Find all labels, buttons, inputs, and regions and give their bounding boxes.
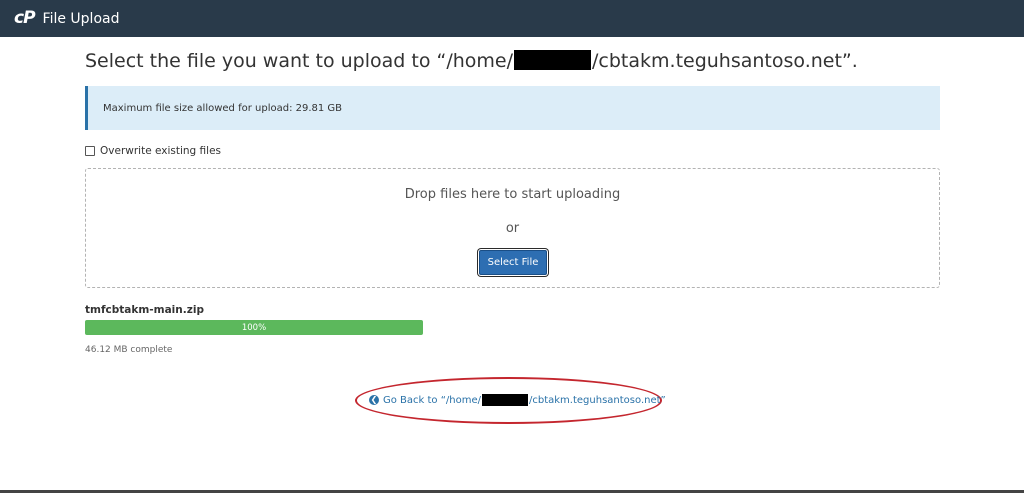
go-back-link[interactable]: ❮ Go Back to “/home/ /cbtakm.teguhsantoso…: [369, 394, 666, 406]
redacted-block: [482, 394, 528, 406]
top-bar: cP File Upload: [0, 0, 1024, 37]
page-title-prefix: Select the file you want to upload to “/…: [85, 50, 514, 72]
go-back-prefix: Go Back to “/home/: [383, 394, 481, 406]
arrow-circle-left-icon: ❮: [369, 395, 379, 405]
overwrite-option[interactable]: Overwrite existing files: [85, 145, 221, 157]
page-title-suffix: /cbtakm.teguhsantoso.net”.: [592, 50, 858, 72]
upload-status: 46.12 MB complete: [85, 345, 173, 355]
max-size-text: Maximum file size allowed for upload: 29…: [103, 102, 343, 114]
go-back-suffix: /cbtakm.teguhsantoso.net”: [529, 394, 666, 406]
progress-fill: 100%: [85, 320, 423, 335]
overwrite-label: Overwrite existing files: [100, 145, 222, 157]
page-title: Select the file you want to upload to “/…: [85, 49, 858, 72]
redacted-block: [514, 49, 592, 70]
uploaded-file-name: tmfcbtakm-main.zip: [85, 304, 204, 316]
max-size-alert: Maximum file size allowed for upload: 29…: [85, 86, 940, 130]
drop-instructions: Drop files here to start uploading: [404, 187, 621, 202]
select-file-button[interactable]: Select File: [479, 250, 547, 275]
or-separator: or: [505, 221, 520, 236]
cpanel-logo[interactable]: cP: [14, 10, 36, 27]
drop-zone[interactable]: Drop files here to start uploading or Se…: [85, 168, 940, 288]
app-title: File Upload: [42, 10, 120, 27]
overwrite-checkbox[interactable]: [85, 146, 95, 156]
upload-progress-bar: 100%: [85, 320, 423, 335]
